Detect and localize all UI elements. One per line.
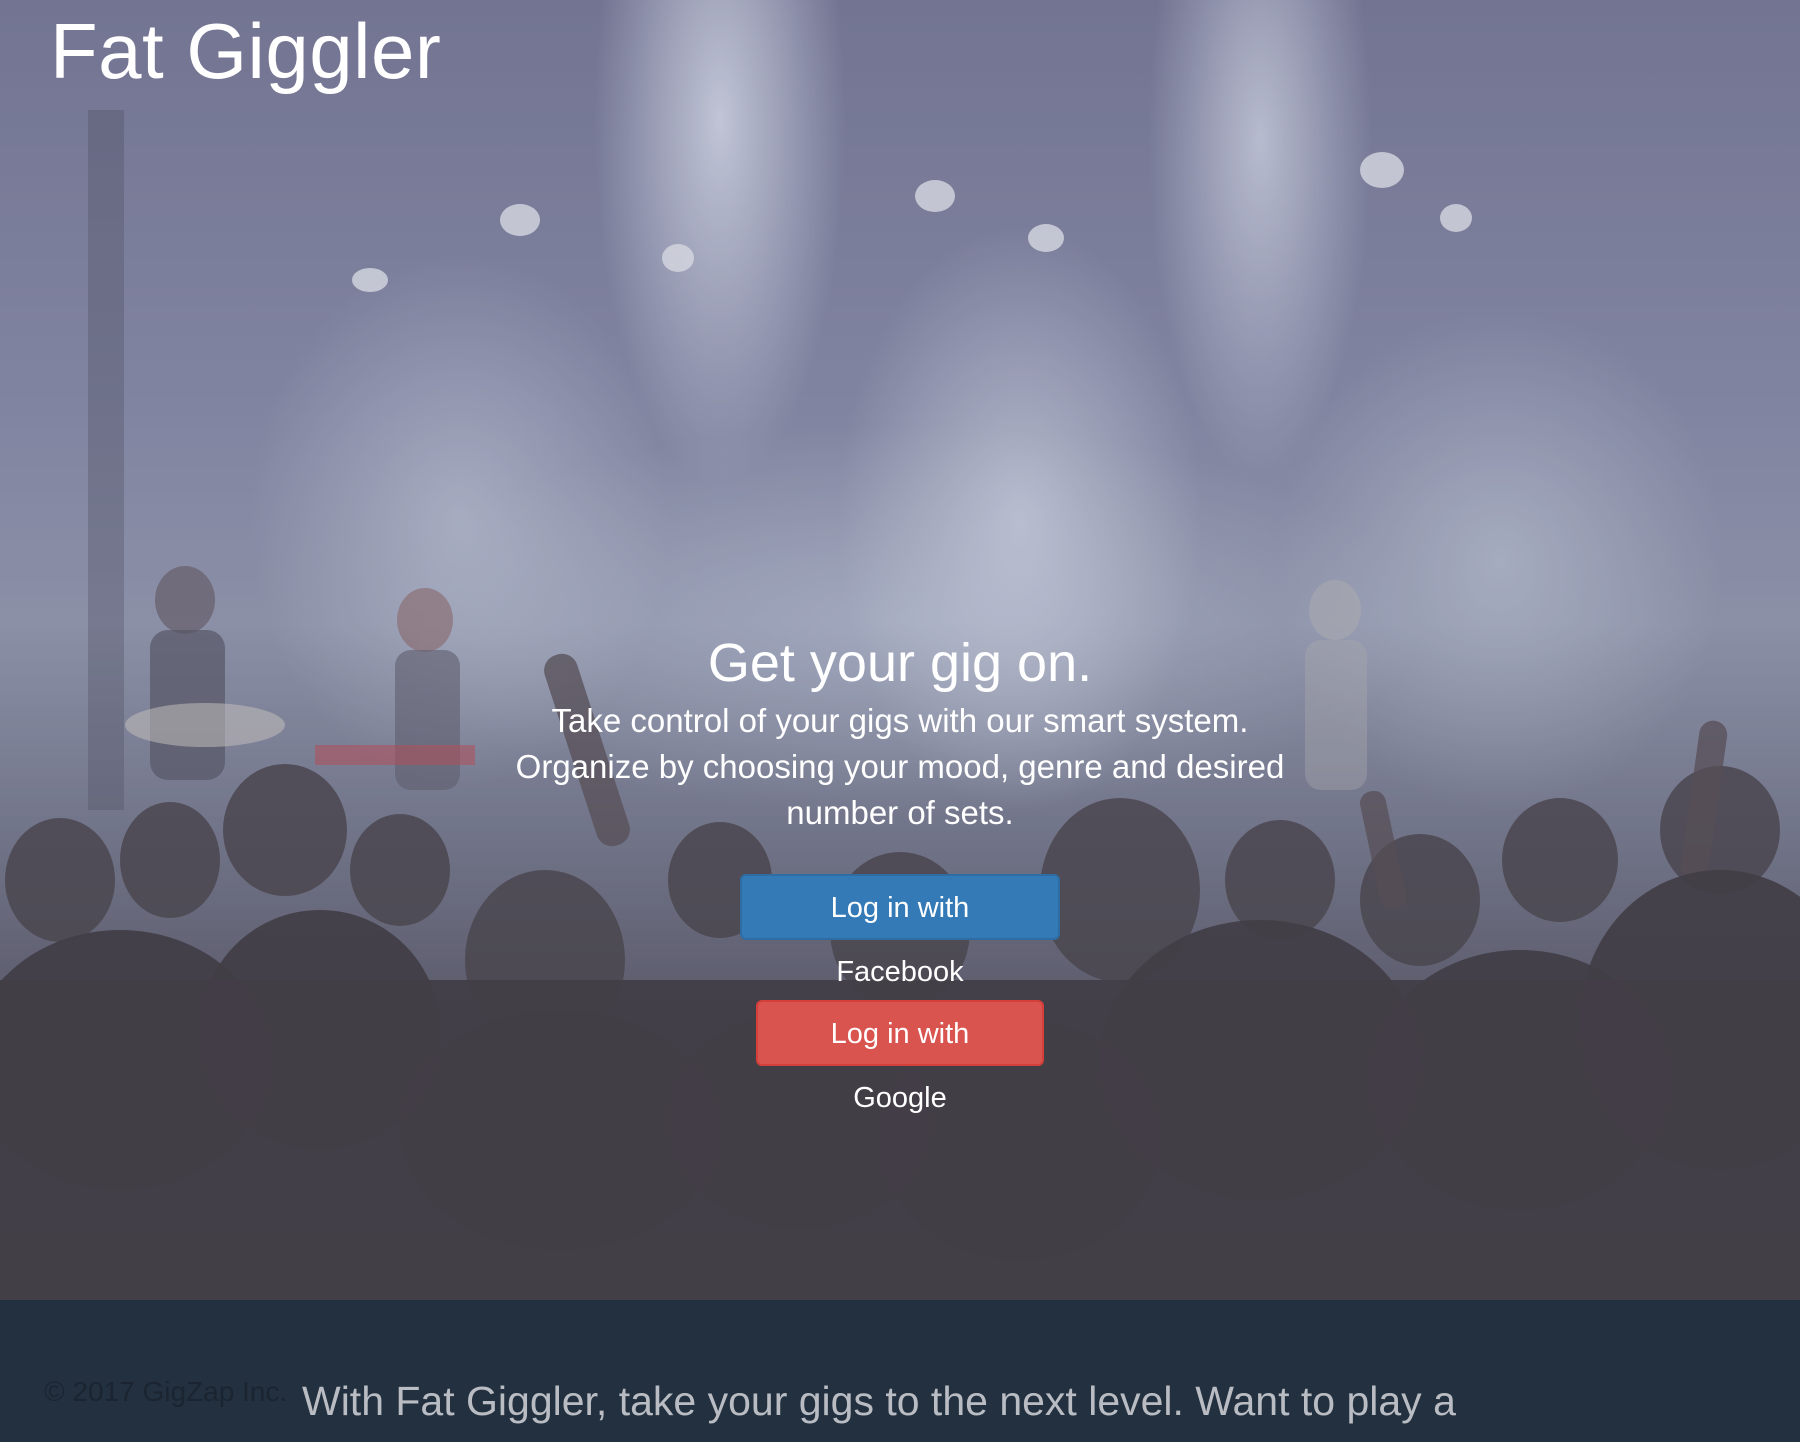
brand-logo[interactable]: Fat Giggler [50,6,441,97]
hero-section: Fat Giggler Get your gig on. Take contro… [0,0,1800,1300]
hero-description: Take control of your gigs with our smart… [515,702,1285,831]
hero-headline: Get your gig on. [707,633,1093,693]
hero-content: Get your gig on. Take control of your gi… [450,628,1350,1114]
copyright-text: © 2017 GigZap Inc. [44,1376,288,1407]
footer: © 2017 GigZap Inc. With Fat Giggler, tak… [0,1300,1800,1442]
footer-tagline: With Fat Giggler, take your gigs to the … [302,1378,1456,1424]
login-buttons-secondary: Log in with Google [450,986,1350,1114]
google-login-button[interactable]: Log in with Google [756,1000,1044,1114]
login-buttons: Log in with Facebook [450,836,1350,988]
facebook-login-button[interactable]: Log in with Facebook [740,874,1060,988]
landing-page: Fat Giggler Get your gig on. Take contro… [0,0,1800,1442]
